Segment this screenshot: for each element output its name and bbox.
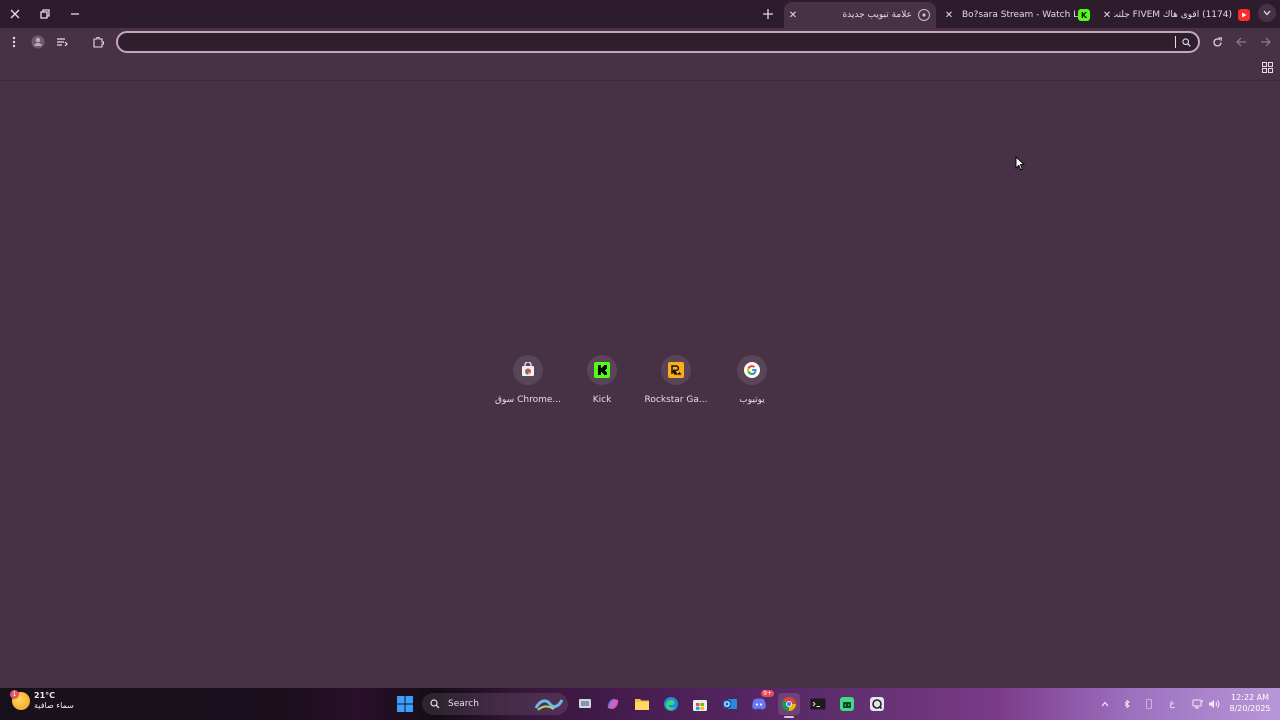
tray-app-icon[interactable] — [1142, 693, 1156, 715]
tab-search-chevron-icon[interactable] — [1258, 4, 1276, 22]
search-icon[interactable] — [1180, 35, 1192, 49]
forward-icon[interactable] — [1255, 32, 1275, 52]
clock-date: 8/20/2025 — [1229, 704, 1271, 713]
bluetooth-icon[interactable] — [1120, 693, 1134, 715]
kick-icon: K — [1078, 9, 1090, 21]
tab-close-icon[interactable]: ✕ — [1100, 10, 1114, 21]
search-label: Search — [448, 699, 479, 709]
shortcut-label: Rockstar Ga... — [644, 395, 708, 405]
tab-new-tab[interactable]: ✕ علامة تبويب جديدة — [784, 2, 936, 28]
weather-widget[interactable]: 1 21°C سماء صافية — [10, 690, 74, 711]
show-hidden-icons-chevron-icon[interactable] — [1098, 693, 1112, 715]
system-clock[interactable]: 12:22 AM 8/20/2025 — [1224, 692, 1276, 714]
tab-bar: ✕ علامة تبويب جديدة ✕ Bo?sara Stream - W… — [0, 0, 1280, 28]
shortcut-label: يوتيوب — [739, 395, 765, 405]
clock-time: 12:22 AM — [1231, 693, 1269, 702]
rockstar-icon — [661, 355, 691, 385]
tab-title: Bo?sara Stream - Watch Live on — [962, 10, 1078, 20]
file-explorer-icon[interactable] — [631, 693, 653, 715]
back-icon[interactable] — [1231, 32, 1251, 52]
new-tab-button[interactable] — [758, 4, 778, 24]
tab-title: علامة تبويب جديدة — [842, 10, 912, 20]
tab-close-icon[interactable]: ✕ — [786, 10, 800, 21]
shortcut-youtube[interactable]: يوتيوب — [714, 355, 790, 415]
address-input[interactable] — [128, 34, 1168, 50]
address-bar[interactable] — [116, 31, 1200, 53]
windows-start-icon[interactable] — [394, 693, 416, 715]
tab-title: (1174) اقوى هاك FIVEM جلتت ا... — [1114, 10, 1232, 20]
outlook-icon[interactable] — [719, 693, 741, 715]
tab-youtube[interactable]: ✕ (1174) اقوى هاك FIVEM جلتت ا... — [1100, 2, 1252, 28]
close-icon[interactable] — [4, 4, 26, 24]
google-icon — [737, 355, 767, 385]
shortcut-rockstar-games[interactable]: Rockstar Ga... — [638, 355, 714, 415]
extensions-icon[interactable] — [88, 32, 108, 52]
weather-description: سماء صافية — [34, 701, 74, 710]
language-indicator[interactable]: ع — [1164, 693, 1180, 715]
shortcut-chrome-web-store[interactable]: سوق Chrome... — [490, 355, 566, 415]
shortcut-label: Kick — [592, 395, 612, 405]
app-circle-icon[interactable] — [866, 693, 888, 715]
reload-icon[interactable] — [1207, 32, 1227, 52]
reading-list-icon[interactable] — [52, 32, 72, 52]
discord-icon[interactable]: 9+ — [748, 690, 774, 715]
notification-badge: 1 — [10, 690, 19, 699]
taskbar-search[interactable]: Search — [422, 693, 568, 715]
android-studio-icon[interactable] — [836, 693, 858, 715]
search-highlight-icon — [534, 696, 564, 712]
terminal-icon[interactable] — [807, 693, 829, 715]
profile-icon[interactable] — [28, 32, 48, 52]
microsoft-store-icon[interactable] — [689, 693, 711, 715]
copilot-icon[interactable] — [602, 693, 624, 715]
tab-close-icon[interactable]: ✕ — [942, 10, 956, 21]
more-vert-icon[interactable] — [4, 32, 24, 52]
tab-kick-stream[interactable]: ✕ Bo?sara Stream - Watch Live on K — [942, 2, 1092, 28]
shortcut-kick[interactable]: Kick — [564, 355, 640, 415]
active-app-indicator — [784, 716, 794, 718]
mouse-cursor-icon — [1015, 155, 1026, 175]
notification-badge: 9+ — [761, 690, 774, 697]
sun-icon: 1 — [10, 690, 30, 710]
chrome-newtab-icon — [918, 9, 930, 21]
search-icon — [430, 699, 440, 709]
toolbar-divider — [0, 80, 1280, 81]
task-view-icon[interactable] — [574, 693, 596, 715]
edge-icon[interactable] — [660, 693, 682, 715]
volume-icon[interactable] — [1206, 693, 1222, 715]
kick-icon — [587, 355, 617, 385]
shortcut-label: سوق Chrome... — [495, 395, 561, 405]
network-icon[interactable] — [1189, 693, 1207, 715]
minimize-icon[interactable] — [64, 4, 86, 24]
restore-icon[interactable] — [34, 4, 56, 24]
chrome-web-store-icon — [513, 355, 543, 385]
text-caret — [1175, 36, 1176, 48]
youtube-icon — [1238, 9, 1250, 21]
weather-temperature: 21°C — [34, 691, 56, 700]
chrome-icon[interactable] — [778, 693, 800, 715]
apps-grid-icon[interactable] — [1258, 58, 1276, 76]
